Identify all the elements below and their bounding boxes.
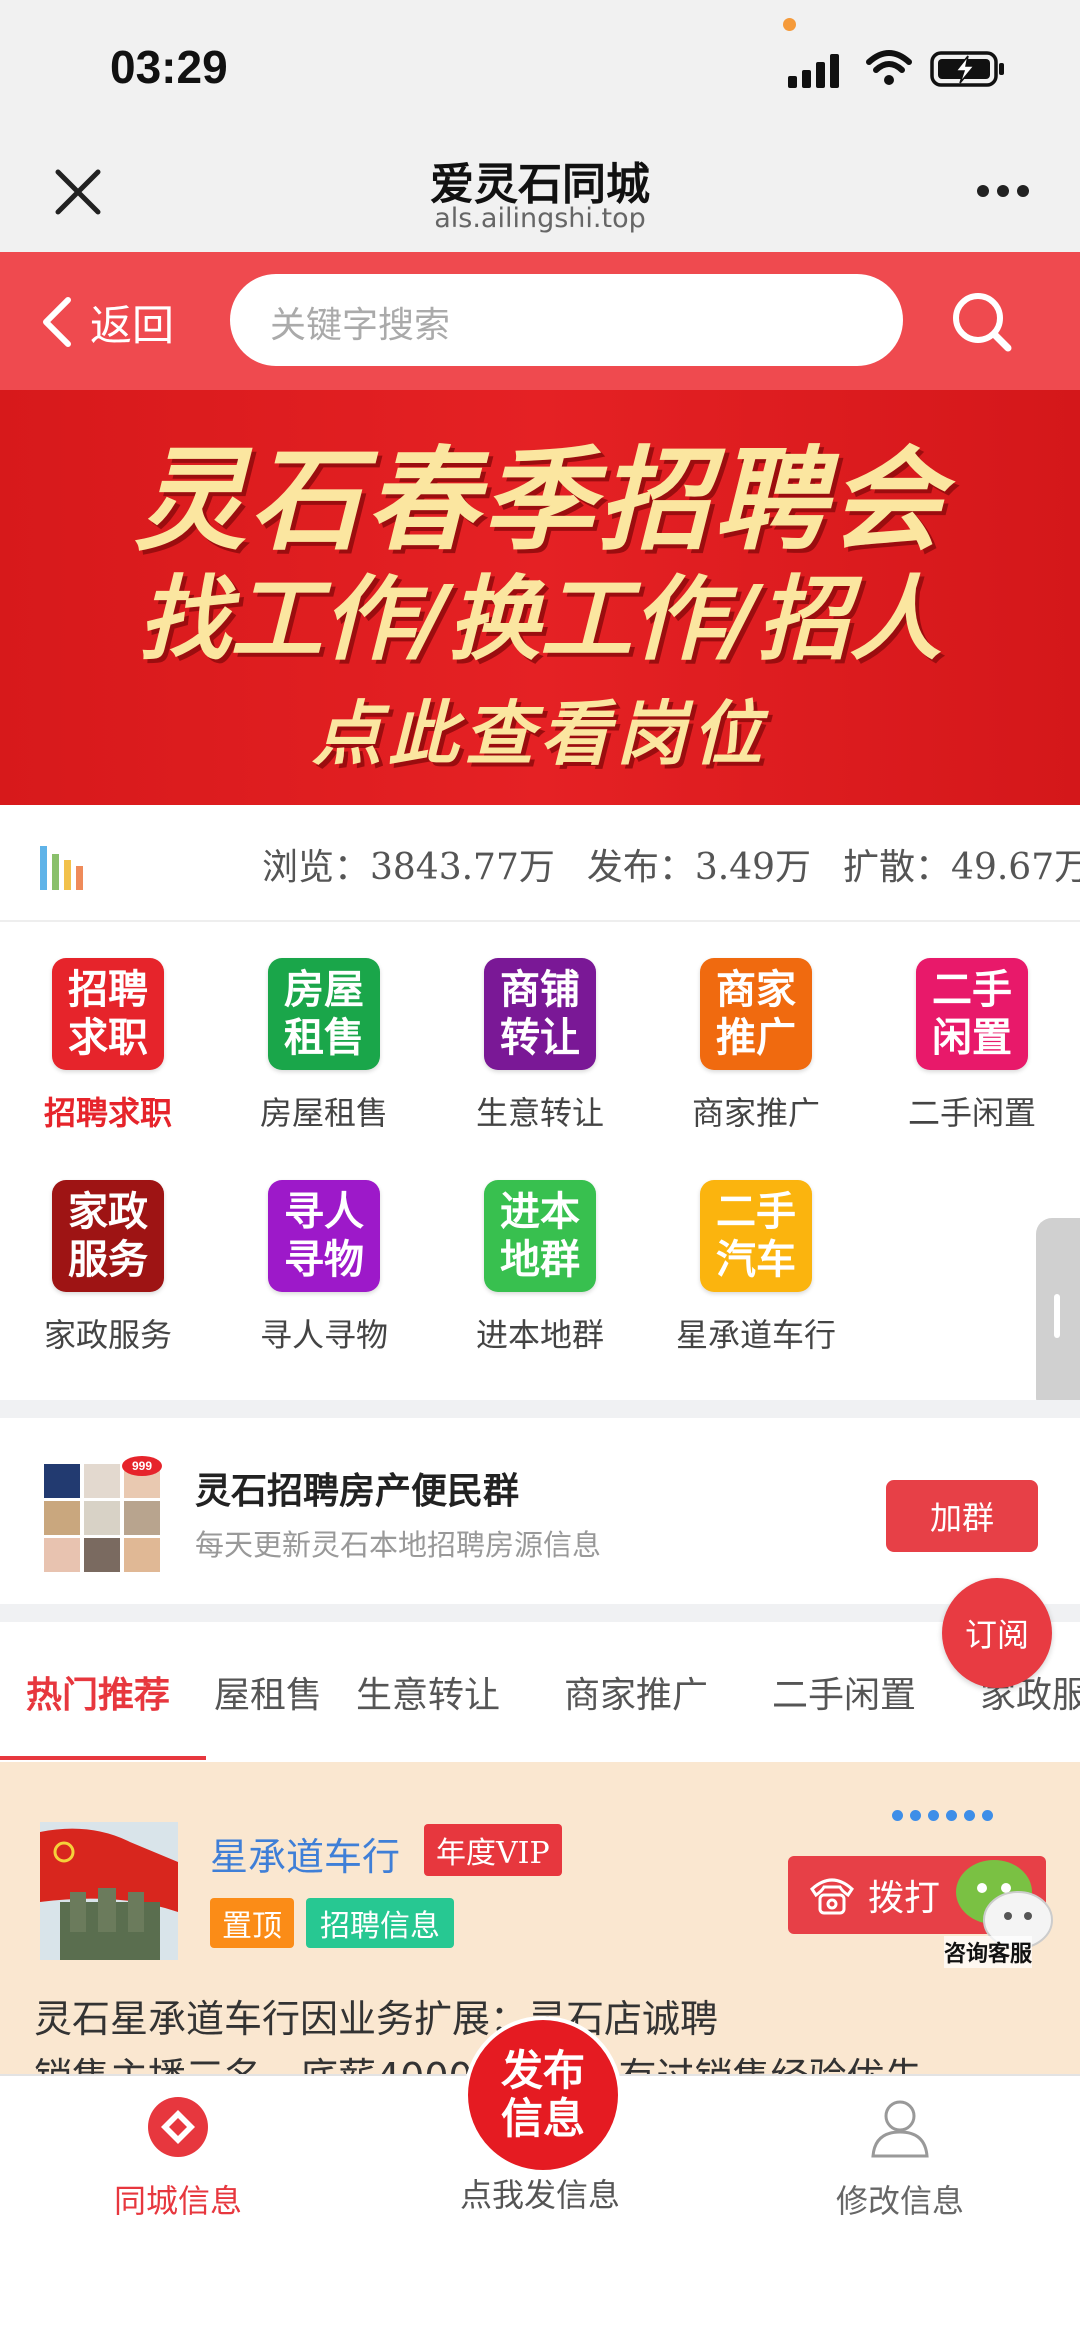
category-icon: 家政服务 xyxy=(52,1180,164,1292)
category-item[interactable]: 二手闲置 二手闲置 xyxy=(864,958,1080,1134)
category-icon: 商家推广 xyxy=(700,958,812,1070)
nav-edit-label: 修改信息 xyxy=(835,2182,964,2220)
listing-thumbnail xyxy=(40,1822,178,1960)
category-icon-text: 家政服务 xyxy=(68,1189,148,1283)
category-label: 进本地群 xyxy=(475,1316,604,1354)
category-item[interactable]: 进本地群 进本地群 xyxy=(432,1180,648,1356)
category-icon-text: 二手汽车 xyxy=(716,1189,796,1283)
tab-hot[interactable]: 热门推荐 xyxy=(26,1666,170,1718)
more-icon[interactable] xyxy=(976,184,1030,198)
nav-home[interactable]: 同城信息 xyxy=(28,2092,328,2222)
category-item[interactable]: 商家推广 商家推广 xyxy=(648,958,864,1134)
back-button[interactable]: 返回 xyxy=(38,292,174,352)
pinned-badge: 置顶 xyxy=(210,1898,294,1948)
phone-icon xyxy=(810,1878,854,1915)
bar-chart-icon xyxy=(40,846,83,890)
nav-post[interactable]: 点我发信息 xyxy=(390,2170,690,2216)
banner-subline: 找工作/换工作/招人 xyxy=(138,566,942,673)
category-item[interactable]: 二手汽车 星承道车行 xyxy=(648,1180,864,1356)
category-icon-text: 寻人寻物 xyxy=(284,1189,364,1283)
category-item[interactable]: 寻人寻物 寻人寻物 xyxy=(216,1180,432,1356)
category-icon: 进本地群 xyxy=(484,1180,596,1292)
group-desc: 每天更新灵石本地招聘房源信息 xyxy=(195,1528,602,1562)
category-icon-text: 商铺转让 xyxy=(500,967,580,1061)
customer-service-label: 咨询客服 xyxy=(944,1936,1033,1968)
group-title: 灵石招聘房产便民群 xyxy=(195,1471,520,1512)
category-badge: 招聘信息 xyxy=(306,1898,454,1948)
divider xyxy=(0,1400,1080,1418)
pager-dots xyxy=(892,1806,1000,1825)
views-count: 浏览：3843.77万 xyxy=(262,847,555,888)
active-tab-indicator xyxy=(0,1756,206,1760)
publish-button[interactable]: 发布信息 xyxy=(464,2016,622,2174)
user-icon xyxy=(871,2100,929,2158)
category-label: 商家推广 xyxy=(691,1094,820,1132)
category-icon: 二手汽车 xyxy=(700,1180,812,1292)
posts-count: 发布：3.49万 xyxy=(586,847,812,888)
recording-dot-icon xyxy=(783,18,796,31)
tab-business-transfer[interactable]: 生意转让 xyxy=(356,1666,500,1718)
publish-label: 发布信息 xyxy=(500,2046,585,2143)
category-label: 寻人寻物 xyxy=(259,1316,388,1354)
listing-name[interactable]: 星承道车行 xyxy=(210,1826,400,1881)
group-badge: 999 xyxy=(132,1459,152,1473)
call-label: 拨打 xyxy=(868,1878,941,1919)
shares-count: 扩散：49.67万 xyxy=(843,847,1080,888)
category-icon: 二手闲置 xyxy=(916,958,1028,1070)
category-icon-text: 进本地群 xyxy=(500,1189,580,1283)
back-label: 返回 xyxy=(90,300,175,350)
category-label: 招聘求职 xyxy=(43,1094,172,1132)
category-label: 生意转让 xyxy=(475,1094,604,1132)
category-label: 二手闲置 xyxy=(907,1094,1036,1132)
category-item[interactable]: 家政服务 家政服务 xyxy=(0,1180,216,1356)
listing-desc-line1: 灵石星承道车行因业务扩展：灵石店诚聘 xyxy=(34,1997,719,2041)
vip-badge: 年度VIP xyxy=(424,1824,562,1876)
category-label: 星承道车行 xyxy=(675,1316,836,1354)
category-label: 家政服务 xyxy=(43,1316,172,1354)
nav-edit[interactable]: 修改信息 xyxy=(750,2092,1050,2222)
nav-home-label: 同城信息 xyxy=(113,2182,242,2220)
side-drawer-handle[interactable] xyxy=(1036,1218,1080,1414)
category-icon: 寻人寻物 xyxy=(268,1180,380,1292)
divider xyxy=(0,1604,1080,1622)
subscribe-button[interactable]: 订阅 xyxy=(942,1578,1052,1688)
group-avatar: 999 xyxy=(44,1456,162,1572)
category-icon: 商铺转让 xyxy=(484,958,596,1070)
wifi-icon xyxy=(866,50,912,85)
stats-text: 浏览：3843.77万 发布：3.49万 扩散：49.67万 xyxy=(262,838,1080,890)
category-icon-text: 商家推广 xyxy=(716,967,796,1061)
search-icon[interactable] xyxy=(950,290,1014,354)
category-icon: 招聘求职 xyxy=(52,958,164,1070)
page-url: als.ailingshi.top xyxy=(434,203,646,234)
category-item[interactable]: 房屋租售 房屋租售 xyxy=(216,958,432,1134)
search-placeholder: 关键字搜索 xyxy=(270,305,451,346)
status-time: 03:29 xyxy=(110,41,228,93)
category-icon-text: 招聘求职 xyxy=(68,967,148,1061)
category-item[interactable]: 招聘求职 招聘求职 xyxy=(0,958,216,1134)
category-icon-text: 二手闲置 xyxy=(932,967,1012,1061)
category-label: 房屋租售 xyxy=(259,1094,388,1132)
banner-cta: 点此查看岗位 xyxy=(312,693,768,775)
home-logo-icon xyxy=(148,2097,208,2157)
battery-charging-icon xyxy=(930,51,1004,87)
tab-secondhand[interactable]: 二手闲置 xyxy=(772,1666,916,1718)
category-item[interactable]: 商铺转让 生意转让 xyxy=(432,958,648,1134)
join-group-button[interactable]: 加群 xyxy=(886,1480,1038,1552)
category-icon-text: 房屋租售 xyxy=(284,967,364,1061)
signal-icon xyxy=(788,54,839,88)
tab-housing[interactable]: 屋租售 xyxy=(214,1666,322,1718)
category-icon: 房屋租售 xyxy=(268,958,380,1070)
tab-merchant-promo[interactable]: 商家推广 xyxy=(564,1666,708,1718)
chevron-left-icon xyxy=(43,297,71,347)
